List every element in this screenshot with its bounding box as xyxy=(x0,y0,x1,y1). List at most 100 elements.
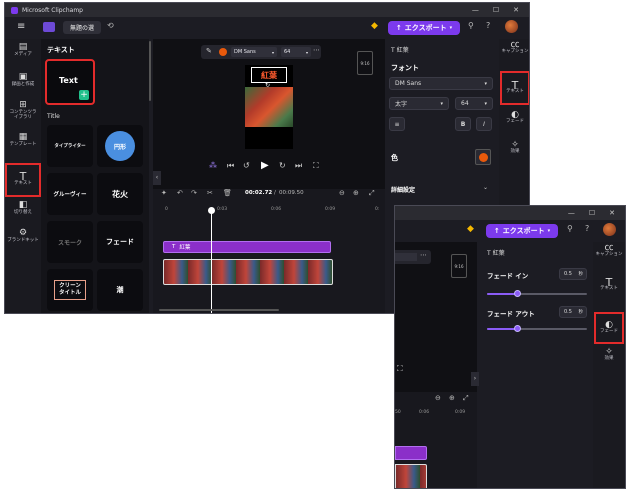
rewind-icon[interactable]: ↺ xyxy=(243,161,250,170)
rnav-effects[interactable]: ✧ 効果 xyxy=(594,348,624,362)
skip-forward-icon[interactable]: ⏭ xyxy=(295,161,302,171)
redo-icon[interactable]: ↷ xyxy=(191,189,197,197)
avatar[interactable] xyxy=(603,223,616,236)
zoom-in-icon[interactable]: ⊕ xyxy=(449,394,455,402)
delete-icon[interactable]: 🗑 xyxy=(223,189,232,197)
font-size-select[interactable]: 64 ▾ xyxy=(455,97,493,110)
rnav-captions[interactable]: ㏄キャプション xyxy=(500,41,529,55)
nav-item-brand-kit[interactable]: ⚙ ブランドキット xyxy=(5,229,41,244)
bold-button[interactable]: B xyxy=(455,117,471,131)
panel-scrollbar[interactable] xyxy=(149,41,151,101)
fade-in-input[interactable]: 0.5 秒 xyxy=(559,268,587,280)
close-button[interactable]: ✕ xyxy=(513,6,519,14)
forward-icon[interactable]: ↻ xyxy=(279,161,286,170)
rnav-text[interactable]: T テキスト xyxy=(594,277,624,291)
color-picker[interactable] xyxy=(475,149,491,165)
align-button[interactable]: ≡ xyxy=(389,117,405,131)
tile-circle[interactable]: 円形 xyxy=(97,125,143,167)
font-weight-select[interactable]: 太字 ▾ xyxy=(389,97,449,110)
skip-back-icon[interactable]: ⏮ xyxy=(227,161,234,171)
rnav-text[interactable]: T テキスト xyxy=(500,71,529,105)
share-icon[interactable]: ⚲ xyxy=(468,21,474,30)
nav-item-text[interactable]: T テキスト xyxy=(5,163,41,197)
tile-clean-title[interactable]: クリーン タイトル xyxy=(47,269,93,311)
aspect-ratio-button[interactable]: 9:16 xyxy=(357,51,373,75)
fit-icon[interactable]: ⤢ xyxy=(369,189,375,198)
playhead[interactable] xyxy=(211,211,212,313)
premium-gem-icon[interactable]: ◆ xyxy=(467,224,474,234)
menu-icon[interactable]: ≡ xyxy=(17,21,25,32)
more-icon[interactable]: ⋯ xyxy=(420,251,427,259)
tile-fade[interactable]: フェード xyxy=(97,221,143,263)
play-button[interactable]: ▶ xyxy=(261,160,269,171)
text-clip[interactable]: T 紅葉 xyxy=(163,241,331,253)
color-swatch[interactable] xyxy=(219,48,227,56)
nav-item-templates[interactable]: ▦ テンプレート xyxy=(5,133,41,148)
help-icon[interactable]: ? xyxy=(585,224,589,233)
project-title-field[interactable]: 無題の選 xyxy=(63,21,101,34)
fade-out-input[interactable]: 0.5 秒 xyxy=(559,306,587,318)
collapse-right-icon[interactable]: › xyxy=(471,372,479,386)
tile-groovy[interactable]: グルーヴィー xyxy=(47,173,93,215)
avatar[interactable] xyxy=(505,20,518,33)
fullscreen-icon[interactable]: ⛶ xyxy=(313,161,319,171)
fullscreen-icon[interactable]: ⛶ xyxy=(397,364,403,374)
add-icon[interactable]: + xyxy=(79,90,89,100)
font-select[interactable]: DM Sans ▾ xyxy=(231,47,277,57)
detail-settings-label[interactable]: 詳細設定 xyxy=(391,185,415,194)
video-clip[interactable] xyxy=(395,464,427,488)
nav-item-record[interactable]: ▣ 録画と作成 xyxy=(5,73,41,88)
size-select[interactable]: 64 ▾ xyxy=(281,47,311,57)
tile-smoke[interactable]: スモーク xyxy=(47,221,93,263)
chevron-down-icon: ▾ xyxy=(547,228,551,234)
rnav-fade[interactable]: ◐ フェード xyxy=(500,111,529,125)
size-select-fragment[interactable] xyxy=(395,253,417,261)
timeline-ruler[interactable]: 0 0:03 0:06 0:09 0: xyxy=(153,205,385,215)
minimize-button[interactable]: — xyxy=(472,6,479,14)
rnav-fade[interactable]: ◐ フェード xyxy=(594,312,624,344)
close-button[interactable]: ✕ xyxy=(609,209,615,217)
nav-item-transitions[interactable]: ◧ 切り替え xyxy=(5,201,41,216)
premium-gem-icon[interactable]: ◆ xyxy=(371,21,378,31)
help-icon[interactable]: ? xyxy=(486,21,490,30)
undo-icon[interactable]: ↶ xyxy=(177,189,183,197)
playhead-handle[interactable] xyxy=(208,207,215,214)
export-button[interactable]: ↑ エクスポート ▾ xyxy=(486,224,558,238)
text-template-tile[interactable]: Text + xyxy=(45,59,95,105)
text-clip[interactable] xyxy=(395,446,427,460)
export-button[interactable]: ↑ エクスポート ▾ xyxy=(388,21,460,35)
chevron-down-icon[interactable]: ⌄ xyxy=(483,184,488,191)
fit-icon[interactable]: ⤢ xyxy=(463,394,469,403)
zoom-out-icon[interactable]: ⊖ xyxy=(435,394,441,402)
tile-typewriter[interactable]: タイプライター xyxy=(47,125,93,167)
rnav-effects[interactable]: ✧ 効果 xyxy=(500,141,529,155)
font-family-select[interactable]: DM Sans ▾ xyxy=(389,77,493,90)
maximize-button[interactable]: ☐ xyxy=(589,209,595,217)
nav-item-library[interactable]: ⊞ コンテンツライブラリ xyxy=(5,101,41,121)
rnav-captions[interactable]: ㏄キャプション xyxy=(594,244,624,258)
italic-button[interactable]: I xyxy=(476,117,492,131)
aspect-ratio-button[interactable]: 9:16 xyxy=(451,254,467,278)
nav-item-media[interactable]: ▤ メディア xyxy=(5,43,41,58)
tile-fireworks[interactable]: 花火 xyxy=(97,173,143,215)
no-sync-icon[interactable]: ⟲ xyxy=(107,21,114,30)
fade-in-slider-knob[interactable] xyxy=(513,290,521,297)
zoom-in-icon[interactable]: ⊕ xyxy=(353,189,359,197)
video-clip[interactable] xyxy=(163,259,333,285)
share-icon[interactable]: ⚲ xyxy=(567,224,573,233)
edit-icon[interactable]: ✎ xyxy=(206,47,212,55)
more-icon[interactable]: ⋯ xyxy=(313,46,320,54)
collapse-left-icon[interactable]: ‹ xyxy=(153,171,161,185)
split-icon[interactable]: ✂ xyxy=(207,189,213,197)
maximize-button[interactable]: ☐ xyxy=(493,6,499,14)
tile-tide[interactable]: 潮 xyxy=(97,269,143,311)
caption-box[interactable]: 紅葉 xyxy=(251,67,287,83)
video-frame[interactable]: 紅葉 ↻ xyxy=(245,65,293,149)
fade-out-slider-knob[interactable] xyxy=(513,325,521,332)
timeline-scrollbar[interactable] xyxy=(159,309,279,311)
minimize-button[interactable]: — xyxy=(568,209,575,217)
magic-tool-icon[interactable]: ✦ xyxy=(161,189,167,197)
rotate-handle-icon[interactable]: ↻ xyxy=(265,82,270,89)
magic-icon[interactable]: ⁂ xyxy=(209,161,217,170)
zoom-out-icon[interactable]: ⊖ xyxy=(339,189,345,197)
